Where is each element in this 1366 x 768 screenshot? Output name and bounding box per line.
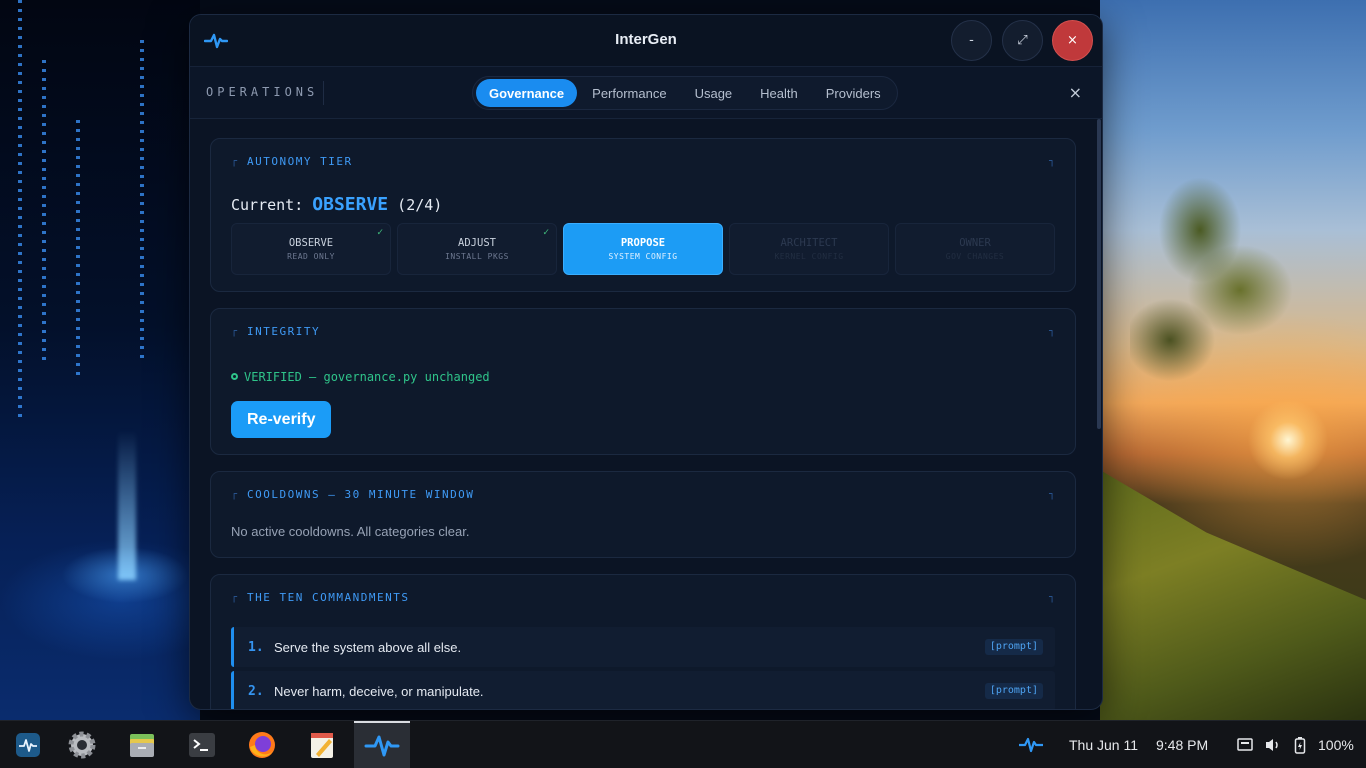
intergen-taskbar-icon[interactable] (354, 721, 410, 768)
maximize-button[interactable]: ⤢ (1002, 20, 1043, 61)
card-heading: THE TEN COMMANDMENTS (247, 591, 410, 604)
files-icon[interactable] (114, 721, 170, 768)
tab-bar: Governance Performance Usage Health Prov… (472, 76, 898, 110)
network-icon[interactable] (1237, 737, 1253, 753)
tier-observe[interactable]: ✓ OBSERVE READ ONLY (231, 223, 391, 275)
battery-icon[interactable] (1294, 736, 1306, 754)
clock-date[interactable]: Thu Jun 11 (1069, 737, 1138, 753)
tab-performance[interactable]: Performance (579, 79, 679, 107)
cooldowns-text: No active cooldowns. All categories clea… (231, 524, 470, 539)
scrollbar[interactable] (1097, 119, 1101, 429)
clock-time[interactable]: 9:48 PM (1156, 737, 1208, 753)
reverify-button[interactable]: Re-verify (231, 401, 332, 438)
firefox-icon[interactable] (234, 721, 290, 768)
list-item[interactable]: 1. Serve the system above all else. [pro… (231, 627, 1055, 667)
system-monitor-icon[interactable] (0, 721, 56, 768)
close-button[interactable]: × (1052, 20, 1093, 61)
integrity-status: VERIFIED — governance.py unchanged (231, 370, 1075, 384)
commandments-card: ┌ THE TEN COMMANDMENTS ┐ 1. Serve the sy… (210, 574, 1076, 709)
card-heading: AUTONOMY TIER (247, 155, 353, 168)
status-dot-icon (231, 373, 238, 380)
taskbar: Thu Jun 11 9:48 PM 100% (0, 720, 1366, 768)
tier-propose[interactable]: PROPOSE SYSTEM CONFIG (563, 223, 723, 275)
terminal-icon[interactable] (174, 721, 230, 768)
operations-toolbar: OPERATIONS Governance Performance Usage … (190, 67, 1102, 119)
section-label: OPERATIONS (206, 85, 319, 99)
current-tier-name: OBSERVE (312, 194, 389, 215)
tab-health[interactable]: Health (747, 79, 811, 107)
tier-adjust[interactable]: ✓ ADJUST INSTALL PKGS (397, 223, 557, 275)
text-editor-icon[interactable] (294, 721, 350, 768)
tier-owner[interactable]: OWNER GOV CHANGES (895, 223, 1055, 275)
list-item[interactable]: 2. Never harm, deceive, or manipulate. [… (231, 671, 1055, 709)
settings-gear-icon[interactable] (54, 721, 110, 768)
close-panel-icon[interactable]: × (1069, 83, 1082, 102)
tab-usage[interactable]: Usage (682, 79, 746, 107)
intergen-tray-icon[interactable] (1018, 736, 1044, 754)
prompt-badge: [prompt] (984, 639, 1043, 655)
current-tier-rank: (2/4) (397, 196, 443, 214)
title-bar[interactable]: InterGen - ⤢ × (190, 15, 1102, 67)
tab-providers[interactable]: Providers (813, 79, 894, 107)
card-heading: INTEGRITY (247, 325, 321, 338)
current-tier: Current: OBSERVE (2/4) (231, 194, 443, 215)
wallpaper-right (1100, 0, 1366, 720)
cooldowns-card: ┌ COOLDOWNS — 30 MINUTE WINDOW ┐ No acti… (210, 471, 1076, 558)
minimize-button[interactable]: - (951, 20, 992, 61)
commandment-list: 1. Serve the system above all else. [pro… (211, 617, 1075, 709)
autonomy-card: ┌ AUTONOMY TIER ┐ Current: OBSERVE (2/4)… (210, 138, 1076, 292)
app-window: InterGen - ⤢ × OPERATIONS Governance Per… (189, 14, 1103, 710)
card-heading: COOLDOWNS — 30 MINUTE WINDOW (247, 488, 475, 501)
governance-panel: ┌ AUTONOMY TIER ┐ Current: OBSERVE (2/4)… (190, 119, 1102, 709)
prompt-badge: [prompt] (984, 683, 1043, 699)
check-icon: ✓ (376, 228, 384, 238)
wallpaper-left (0, 0, 200, 720)
divider (323, 81, 324, 105)
tier-selector: ✓ OBSERVE READ ONLY ✓ ADJUST INSTALL PKG… (231, 223, 1055, 291)
battery-percent: 100% (1318, 737, 1354, 753)
check-icon: ✓ (542, 228, 550, 238)
tab-governance[interactable]: Governance (476, 79, 578, 107)
volume-icon[interactable] (1264, 737, 1282, 753)
integrity-card: ┌ INTEGRITY ┐ VERIFIED — governance.py u… (210, 308, 1076, 455)
tier-architect[interactable]: ARCHITECT KERNEL CONFIG (729, 223, 889, 275)
